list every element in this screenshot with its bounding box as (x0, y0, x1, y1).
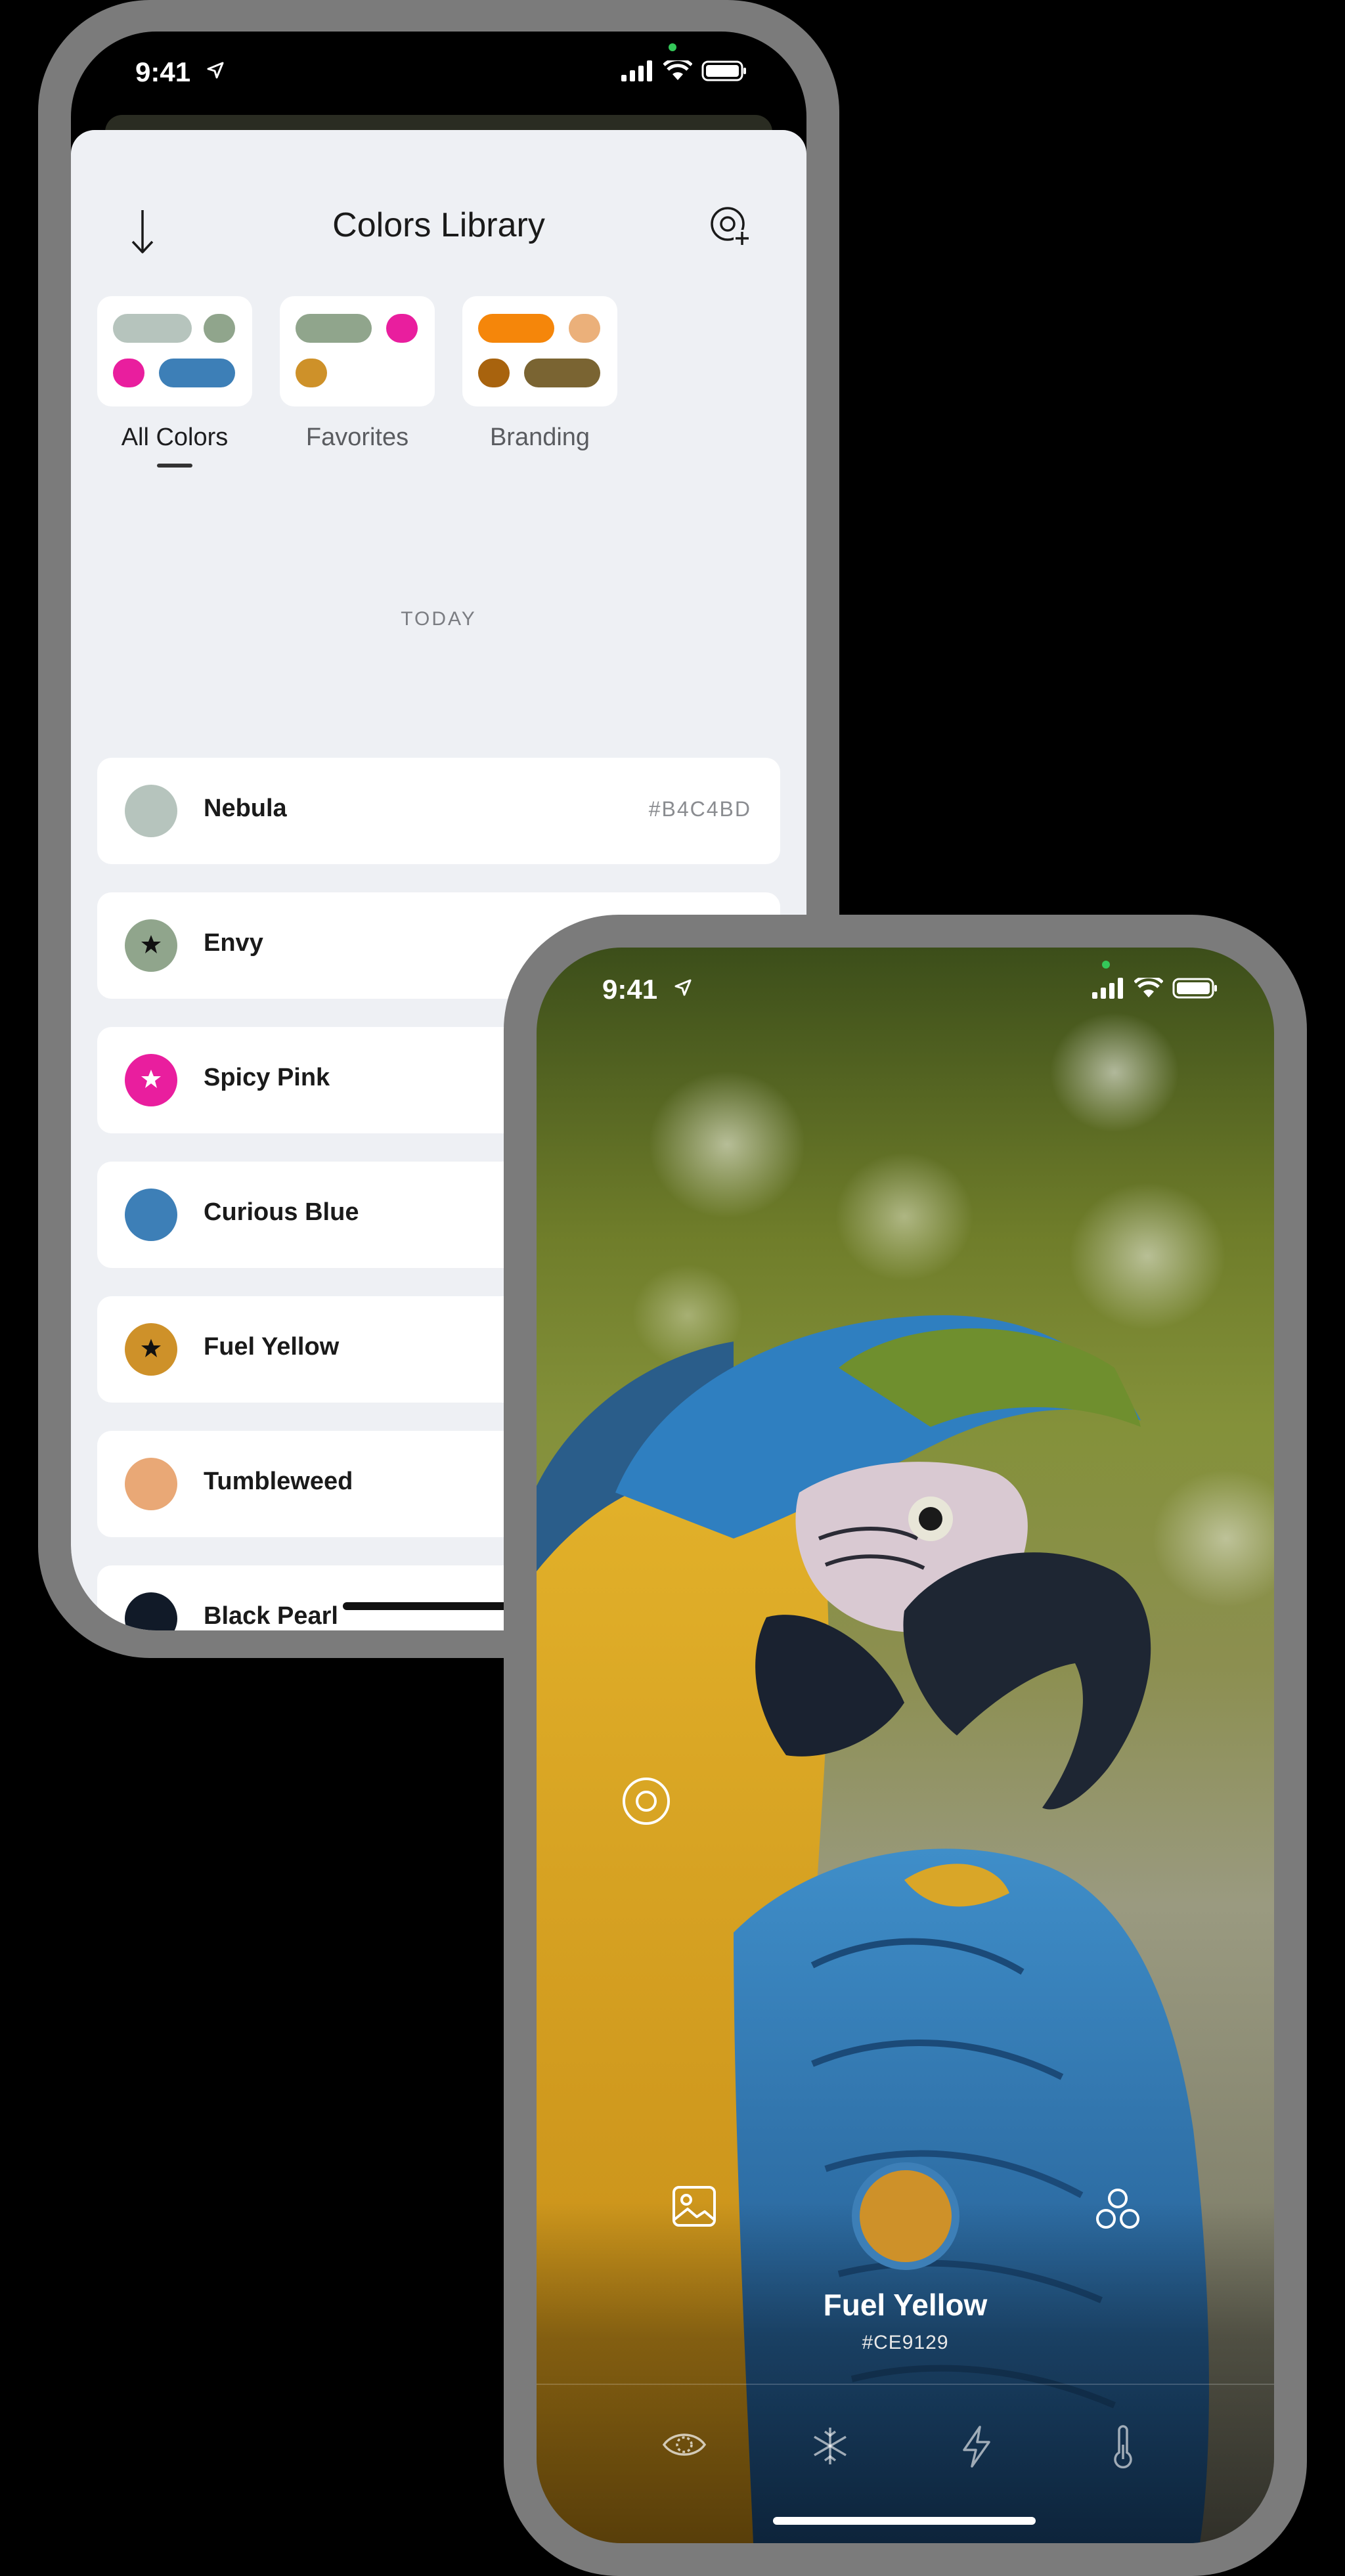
capture-color-button[interactable] (852, 2162, 959, 2270)
swatch-pill (478, 314, 554, 343)
camera-indicator (1102, 961, 1110, 969)
page-title: Colors Library (332, 206, 545, 244)
toolbar-divider (537, 2384, 1274, 2385)
status-time: 9:41 (602, 974, 658, 1005)
swatch-dot (478, 359, 510, 387)
color-swatch (125, 1054, 177, 1106)
favorites-preview (280, 296, 435, 406)
color-name: Tumbleweed (204, 1468, 353, 1495)
swatch-dot (569, 314, 600, 343)
filter-toolbar (537, 2425, 1274, 2478)
swatch-dot (386, 314, 418, 343)
active-tab-indicator (157, 464, 192, 468)
swatch-dot (204, 314, 235, 343)
status-bar: 9:41 (537, 948, 1274, 1033)
all-colors-preview (97, 296, 252, 406)
swatch-dot (296, 359, 327, 387)
snowflake-icon[interactable] (809, 2425, 851, 2470)
color-name: Black Pearl (204, 1602, 338, 1630)
palette-icon[interactable] (1095, 2187, 1141, 2234)
swatch-pill (524, 359, 600, 387)
collection-tabs: All Colors Favorites Branding (97, 296, 617, 468)
tab-label: Branding (489, 424, 590, 451)
picker-phone: 9:41 Fuel Yellow #CE9129 (504, 915, 1307, 2576)
eye-icon[interactable] (661, 2425, 707, 2468)
picked-color-hex: #CE9129 (862, 2332, 949, 2353)
swatch-pill (296, 314, 372, 343)
location-arrow-icon (206, 60, 225, 83)
tab-label: Favorites (305, 424, 409, 451)
signal-icon (621, 60, 654, 85)
gallery-icon[interactable] (672, 2185, 717, 2231)
star-icon (141, 1338, 162, 1362)
color-swatch (125, 1458, 177, 1510)
home-indicator (773, 2517, 1036, 2525)
battery-icon (1172, 978, 1218, 1002)
tab-favorites[interactable]: Favorites (280, 296, 435, 468)
swatch-pill (159, 359, 235, 387)
section-heading: TODAY (401, 608, 477, 630)
target-icon[interactable] (620, 1775, 672, 1831)
add-color-icon[interactable] (708, 204, 754, 253)
color-swatch (125, 1592, 177, 1630)
color-name: Nebula (204, 795, 287, 822)
tab-all-colors[interactable]: All Colors (97, 296, 252, 468)
location-arrow-icon (673, 978, 693, 1001)
tab-branding[interactable]: Branding (462, 296, 617, 468)
color-swatch (125, 1189, 177, 1241)
status-bar: 9:41 (71, 32, 806, 117)
color-name: Envy (204, 929, 263, 957)
color-swatch (125, 785, 177, 837)
thermometer-icon[interactable] (1110, 2425, 1136, 2474)
picked-color-name: Fuel Yellow (823, 2288, 988, 2322)
branding-preview (462, 296, 617, 406)
bolt-icon[interactable] (960, 2425, 993, 2472)
star-icon (141, 1068, 162, 1093)
color-swatch (125, 919, 177, 972)
color-hex: #B4C4BD (648, 797, 751, 821)
swatch-pill (113, 314, 192, 343)
color-name: Curious Blue (204, 1198, 359, 1226)
battery-icon (701, 60, 747, 85)
swatch-dot (113, 359, 144, 387)
wifi-icon (663, 57, 693, 85)
camera-screen: 9:41 Fuel Yellow #CE9129 (537, 948, 1274, 2543)
signal-icon (1092, 978, 1125, 1002)
wifi-icon (1134, 974, 1164, 1002)
star-icon (141, 934, 162, 958)
camera-indicator (669, 43, 676, 51)
status-time: 9:41 (135, 56, 191, 87)
color-swatch (125, 1323, 177, 1376)
color-name: Spicy Pink (204, 1064, 330, 1091)
tab-label: All Colors (121, 424, 229, 451)
color-name: Fuel Yellow (204, 1333, 340, 1361)
color-row[interactable]: Nebula #B4C4BD (97, 758, 780, 864)
